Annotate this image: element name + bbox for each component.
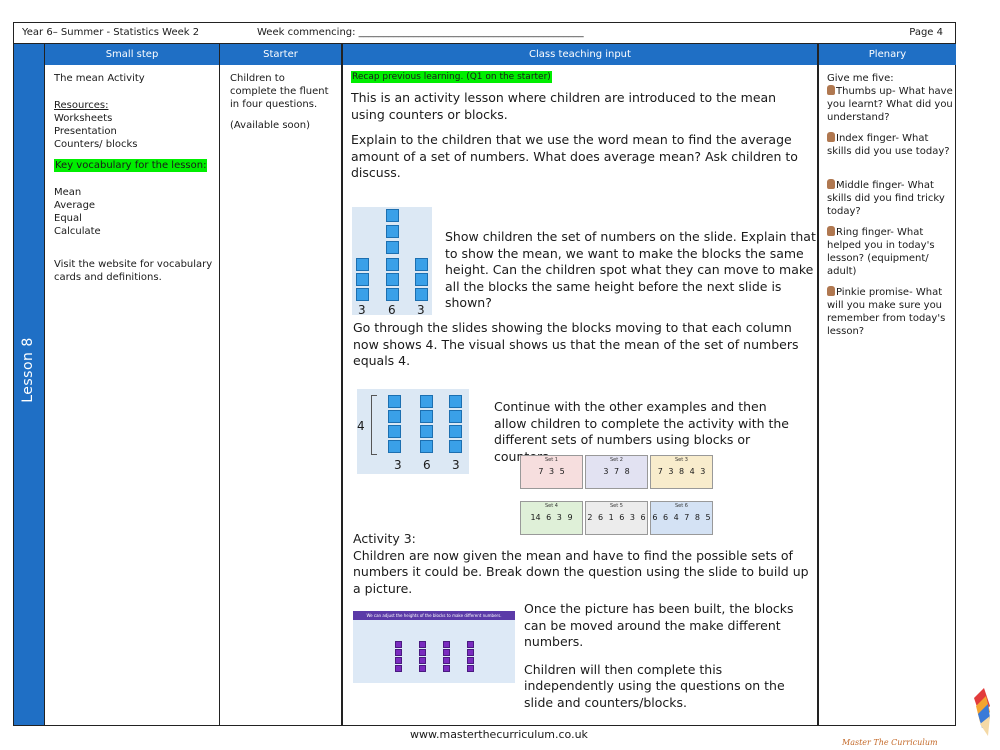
blocks-figure-1: 3 6 3 [352,207,432,317]
set-card: Set 6 6 6 4 7 8 5 [650,501,713,535]
resource-item: Worksheets [54,113,113,124]
block-label: 6 [388,303,396,317]
block-label: 3 [452,458,460,472]
plenary-text: Middle finger- What skills did you find … [827,180,945,217]
small-step-cell: The mean Activity Resources: Worksheets … [54,72,214,284]
plenary-text: Ring finger- What helped you in today's … [827,227,935,277]
website-note: Visit the website for vocabulary cards a… [54,259,213,283]
set-title: Set 3 [675,457,688,463]
vocab-item: Equal [54,213,82,224]
teaching-paragraph: Once the picture has been built, the blo… [524,601,794,649]
col-header-plenary: Plenary [819,44,956,65]
block-label: 3 [417,303,425,317]
divider [219,44,220,725]
hand-icon [827,179,835,189]
divider [817,44,819,725]
hand-icon [827,226,835,236]
plenary-item: Pinkie promise- What will you make sure … [827,286,953,338]
set-values: 3 7 8 [603,467,630,476]
plenary-item: Ring finger- What helped you in today's … [827,226,953,278]
hand-icon [827,85,835,95]
block-label: 3 [394,458,402,472]
col-header-class-teaching: Class teaching input [343,44,817,65]
vocab-item: Calculate [54,226,101,237]
teaching-paragraph: This is an activity lesson where childre… [351,90,777,122]
set-card: Set 2 3 7 8 [585,455,648,489]
starter-text: Children to complete the fluent in four … [230,73,329,110]
set-title: Set 6 [675,503,688,509]
plenary-text: Pinkie promise- What will you make sure … [827,287,946,337]
document-title: Year 6– Summer - Statistics Week 2 [22,27,200,38]
resources-heading: Resources: [54,100,109,111]
set-title: Set 1 [545,457,558,463]
teaching-paragraph: Show children the set of numbers on the … [445,229,816,310]
teaching-paragraph: Explain to the children that we use the … [351,132,798,180]
set-values: 7 3 5 [538,467,565,476]
recap-highlight: Recap previous learning. (Q1 on the star… [351,71,552,83]
week-commencing: Week commencing: _______________________… [257,27,584,38]
lesson-sidebar: Lesson 8 [14,44,44,725]
small-step-title: The mean Activity [54,73,145,84]
purple-blocks-slide: We can adjust the heights of the blocks … [353,611,515,683]
set-values: 14 6 3 9 [530,513,573,522]
activity-block: Activity 3: Children are now given the m… [353,531,813,597]
teaching-paragraph: Go through the slides showing the blocks… [353,320,799,368]
block-label: 3 [358,303,366,317]
plenary-intro: Give me five: [827,73,894,84]
hand-icon [827,132,835,142]
set-title: Set 2 [610,457,623,463]
set-values: 7 3 8 4 3 [657,467,706,476]
teaching-paragraph: Children are now given the mean and have… [353,547,809,596]
key-vocab-heading: Key vocabulary for the lesson: [54,159,208,172]
final-paragraphs: Once the picture has been built, the blo… [524,601,814,711]
page-number: Page 4 [909,27,943,38]
pencil-logo-icon [974,688,990,736]
footer-url: www.masterthecurriculum.co.uk [410,728,588,741]
set-card: Set 3 7 3 8 4 3 [650,455,713,489]
divider [341,44,343,725]
divider [44,44,45,725]
brand-signature: Master The Curriculum [842,738,938,747]
page-header: Year 6– Summer - Statistics Week 2 Week … [14,23,955,44]
set-card: Set 4 14 6 3 9 [520,501,583,535]
blocks-figure-2: 4 3 6 3 [357,389,469,474]
plenary-item: Index finger- What skills did you use to… [827,132,953,158]
block-label: 6 [423,458,431,472]
set-title: Set 4 [545,503,558,509]
mean-label: 4 [357,419,365,433]
col-header-small-step: Small step [45,44,219,65]
slide-title-bar: We can adjust the heights of the blocks … [353,611,515,620]
lesson-plan-page: Year 6– Summer - Statistics Week 2 Week … [13,22,956,726]
teaching-paragraph: Children will then complete this indepen… [524,661,785,710]
hand-icon [827,286,835,296]
plenary-item: Thumbs up- What have you learnt? What di… [827,85,953,124]
starter-cell: Children to complete the fluent in four … [230,72,334,132]
plenary-item: Middle finger- What skills did you find … [827,179,953,218]
set-card: Set 5 2 6 1 6 3 6 [585,501,648,535]
set-values: 2 6 1 6 3 6 [587,513,646,522]
resource-item: Presentation [54,126,117,137]
set-values: 6 6 4 7 8 5 [652,513,711,522]
col-header-starter: Starter [220,44,341,65]
plenary-text: Index finger- What skills did you use to… [827,133,950,157]
vocab-item: Average [54,200,96,211]
resource-item: Counters/ blocks [54,139,138,150]
starter-availability: (Available soon) [230,120,311,131]
set-title: Set 5 [610,503,623,509]
plenary-cell: Give me five: Thumbs up- What have you l… [827,72,953,338]
lesson-label: Lesson 8 [20,337,36,403]
plenary-text: Thumbs up- What have you learnt? What di… [827,86,953,123]
vocab-item: Mean [54,187,82,198]
set-card: Set 1 7 3 5 [520,455,583,489]
teaching-cell: Recap previous learning. (Q1 on the star… [351,71,813,182]
activity-heading: Activity 3: [353,531,416,546]
